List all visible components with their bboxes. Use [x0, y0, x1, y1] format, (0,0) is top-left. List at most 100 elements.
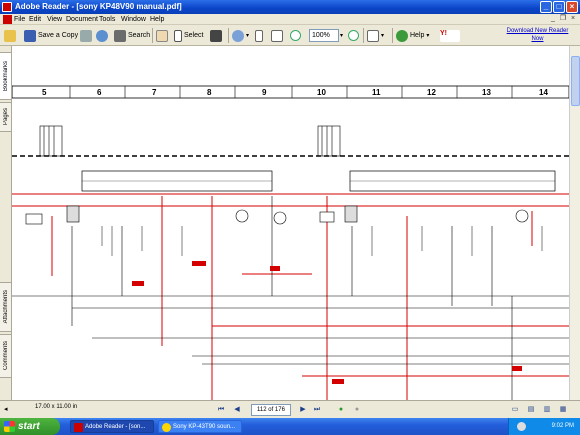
plus-icon	[348, 30, 359, 41]
page-size-left-arrow[interactable]: ◂	[4, 405, 8, 413]
hand-icon	[156, 29, 168, 42]
continuous-facing-view-icon[interactable]: ▦	[558, 405, 568, 415]
help-button[interactable]: Help ▾	[396, 28, 429, 43]
window-title: Adobe Reader - [sony KP48V90 manual.pdf]	[15, 2, 182, 11]
tab-bookmarks-label: Bookmarks	[2, 60, 9, 91]
browser-icon	[162, 423, 171, 432]
last-page-button[interactable]: ⏭	[312, 405, 322, 415]
magnifier-icon	[232, 29, 244, 42]
continuous-view-icon[interactable]: ▤	[526, 405, 536, 415]
tray-icon[interactable]	[517, 422, 526, 431]
column-label: 9	[262, 88, 267, 97]
first-page-button[interactable]: ⏮	[216, 405, 226, 415]
tab-comments[interactable]: Comments	[0, 334, 12, 378]
adobe-reader-icon	[74, 423, 83, 432]
start-button[interactable]: start	[0, 418, 60, 435]
doc-close-button[interactable]: ×	[568, 14, 578, 24]
go-back-button[interactable]: ●	[336, 405, 346, 415]
column-label: 6	[97, 88, 102, 97]
clock: 9:02 PM	[551, 423, 574, 429]
single-page-view-icon[interactable]: ▭	[510, 405, 520, 415]
page-size-label: 17.00 x 11.00 in	[35, 404, 78, 410]
help-label: Help	[410, 32, 425, 39]
help-icon	[396, 29, 408, 42]
column-label: 8	[207, 88, 212, 97]
adobe-reader-icon	[2, 2, 12, 12]
page-icon	[255, 29, 263, 42]
taskbar-item-label: Adobe Reader - [son...	[85, 424, 146, 430]
camera-icon	[210, 29, 222, 42]
tab-pages[interactable]: Pages	[0, 102, 12, 132]
menu-help[interactable]: Help	[150, 15, 164, 24]
zoom-in-tool-button[interactable]: ▾	[232, 28, 249, 43]
open-button[interactable]	[4, 28, 18, 43]
taskbar-item-browser[interactable]: Sony KP-43T90 soun...	[158, 420, 242, 433]
previous-page-button[interactable]: ◀	[232, 405, 242, 415]
facing-view-icon[interactable]: ▥	[542, 405, 552, 415]
rotate-icon	[367, 29, 379, 42]
start-label: start	[18, 421, 40, 432]
taskbar-item-label: Sony KP-43T90 soun...	[173, 424, 236, 430]
folder-icon	[4, 29, 16, 42]
printer-icon	[80, 29, 92, 42]
menu-file[interactable]: File	[14, 15, 25, 24]
rotate-button[interactable]: ▾	[367, 28, 384, 43]
close-button[interactable]: ×	[566, 1, 578, 13]
column-label: 11	[372, 88, 381, 97]
column-label: 7	[152, 88, 157, 97]
binoculars-icon	[114, 29, 126, 42]
search-label: Search	[128, 32, 151, 39]
menu-view[interactable]: View	[47, 15, 62, 24]
disk-icon	[24, 29, 36, 42]
email-icon	[96, 29, 108, 42]
column-label: 5	[42, 88, 47, 97]
chevron-down-icon: ▾	[340, 33, 344, 39]
column-label: 10	[317, 88, 326, 97]
zoom-dropdown[interactable]: ▾	[340, 28, 343, 43]
menu-document[interactable]: Document	[66, 15, 98, 24]
document-icon	[3, 15, 12, 24]
print-button[interactable]	[80, 28, 94, 43]
select-button[interactable]: Select	[174, 28, 203, 43]
hand-tool-button[interactable]	[156, 28, 170, 43]
text-cursor-icon	[174, 29, 182, 42]
zoom-in-button[interactable]	[348, 28, 361, 43]
email-button[interactable]	[96, 28, 110, 43]
doc-minimize-button[interactable]: _	[548, 14, 558, 24]
vertical-scrollbar[interactable]	[569, 46, 580, 400]
fit-page-button[interactable]	[271, 28, 285, 43]
yahoo-button[interactable]: Y!	[440, 28, 462, 43]
maximize-button[interactable]: □	[553, 1, 565, 13]
column-label: 12	[427, 88, 436, 97]
taskbar-item-adobe-reader[interactable]: Adobe Reader - [son...	[70, 420, 154, 433]
scrollbar-thumb[interactable]	[571, 56, 580, 106]
snapshot-button[interactable]	[210, 28, 224, 43]
status-bar: ◂ 17.00 x 11.00 in ⏮ ◀ 112 of 176 ▶ ⏭ ● …	[0, 400, 580, 418]
page-number-field[interactable]: 112 of 176	[251, 404, 291, 416]
tab-bookmarks[interactable]: Bookmarks	[0, 52, 12, 100]
yahoo-icon: Y!	[440, 29, 460, 42]
search-button[interactable]: Search	[114, 28, 150, 43]
menu-edit[interactable]: Edit	[29, 15, 41, 24]
tab-attachments-label: Attachments	[2, 290, 9, 324]
title-bar: Adobe Reader - [sony KP48V90 manual.pdf]…	[0, 0, 580, 14]
tab-attachments[interactable]: Attachments	[0, 282, 12, 332]
windows-logo-icon	[4, 421, 15, 432]
toolbar: Save a Copy Search Select ▾ 100% ▾ ▾ Hel…	[0, 25, 580, 46]
download-reader-link[interactable]: Download New Reader Now	[500, 27, 575, 43]
minimize-button[interactable]: _	[540, 1, 552, 13]
taskbar: start Adobe Reader - [son... Sony KP-43T…	[0, 418, 580, 435]
zoom-input[interactable]: 100%	[309, 29, 339, 42]
zoom-out-button[interactable]	[290, 28, 303, 43]
go-forward-button[interactable]: ●	[352, 405, 362, 415]
doc-restore-button[interactable]: ❐	[558, 14, 568, 24]
save-copy-button[interactable]: Save a Copy	[24, 28, 78, 43]
menu-tools[interactable]: Tools	[99, 15, 115, 24]
column-label: 13	[482, 88, 491, 97]
fit-page-icon	[271, 29, 283, 42]
save-copy-label: Save a Copy	[38, 32, 79, 39]
actual-size-button[interactable]	[255, 28, 265, 43]
document-view[interactable]: 5 6 7 8 9 10 11 12 13 14	[12, 46, 569, 400]
next-page-button[interactable]: ▶	[298, 405, 308, 415]
menu-window[interactable]: Window	[121, 15, 146, 24]
